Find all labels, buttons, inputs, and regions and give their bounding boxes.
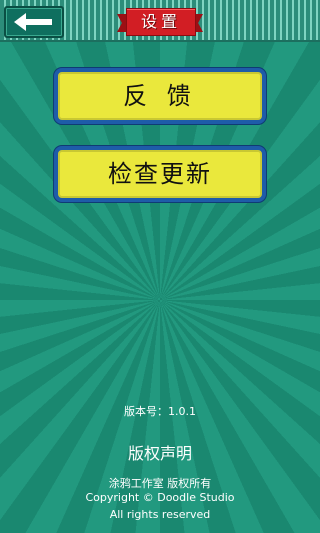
rights-line: All rights reserved xyxy=(109,508,211,521)
arrow-left-icon xyxy=(14,13,52,31)
studio-line: 涂鸦工作室 版权所有 xyxy=(108,477,212,490)
feedback-button[interactable]: 反 馈 xyxy=(54,68,266,124)
title-ribbon: 设置 xyxy=(117,8,203,36)
version-label: 版本号：1.0.1 xyxy=(124,405,196,418)
back-button[interactable] xyxy=(4,6,64,38)
copyright-title: 版权声明 xyxy=(127,444,192,463)
page-title: 设置 xyxy=(126,8,196,36)
header-bar: 设置 xyxy=(0,0,320,42)
copyright-line: Copyright © Doodle Studio xyxy=(85,491,235,504)
check-update-button[interactable]: 检查更新 xyxy=(54,146,266,202)
